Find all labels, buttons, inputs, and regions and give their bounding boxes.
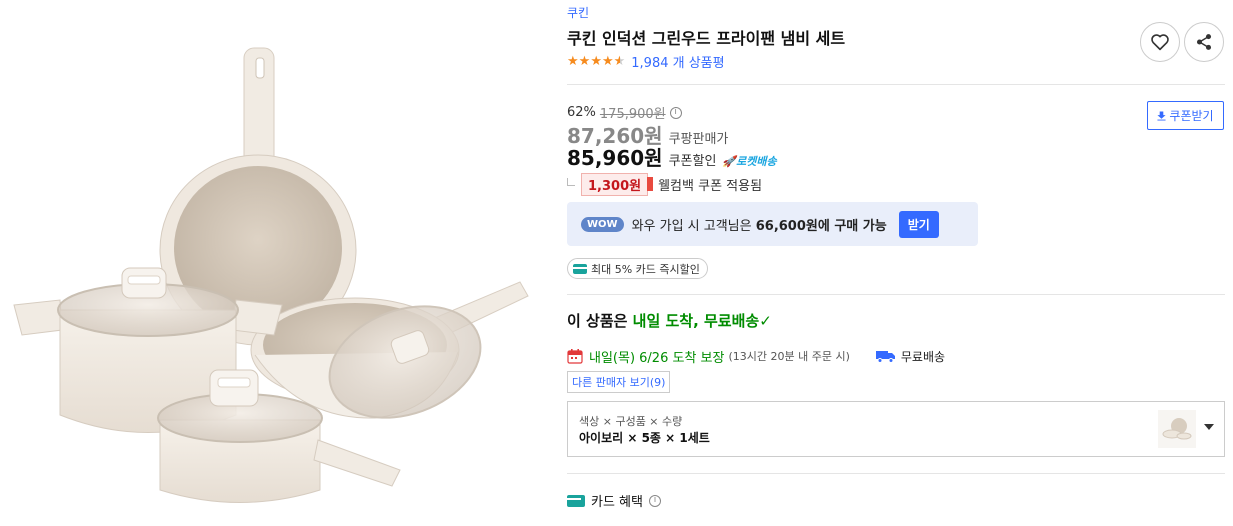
download-icon xyxy=(1157,111,1166,120)
star-icon: ★ xyxy=(567,53,579,69)
star-icon: ★ xyxy=(578,53,591,69)
brand-link[interactable]: 쿠킨 xyxy=(567,4,589,21)
share-button[interactable] xyxy=(1184,22,1224,62)
credit-card-icon xyxy=(567,494,585,507)
info-icon[interactable]: i xyxy=(648,494,661,507)
arrival-row: 내일(목) 6/26 도착 보장 (13시간 20분 내 주문 시) 무료배송 xyxy=(567,346,945,366)
check-icon: ✓ xyxy=(759,312,772,330)
coupon-price-row: 85,960원 쿠폰할인 🚀로켓배송 xyxy=(567,142,777,171)
welcome-coupon-amount: 1,300원 xyxy=(581,172,654,196)
share-icon xyxy=(1196,34,1212,50)
arrival-condition: (13시간 20분 내 주문 시) xyxy=(728,350,850,363)
option-thumbnail xyxy=(1158,410,1196,448)
info-icon[interactable]: i xyxy=(669,106,682,119)
truck-icon xyxy=(875,351,895,363)
card-benefit-row[interactable]: 카드 혜택 i xyxy=(567,491,661,510)
wow-receive-button[interactable]: 받기 xyxy=(898,210,939,238)
rocket-delivery-badge: 🚀로켓배송 xyxy=(722,155,777,168)
delivery-headline: 이 상품은 내일 도착, 무료배송✓ xyxy=(567,312,772,330)
card-benefit-label: 카드 혜택 xyxy=(591,495,643,510)
star-half-icon: ★ xyxy=(613,53,626,69)
free-shipping-label: 무료배송 xyxy=(900,349,946,364)
arrival-date: 내일(목) 6/26 도착 보장 xyxy=(589,350,725,366)
indent-corner xyxy=(567,178,575,186)
credit-card-icon xyxy=(573,263,587,274)
product-title: 쿠킨 인덕션 그린우드 프라이팬 냄비 세트 xyxy=(567,29,846,48)
discount-rate: 62% xyxy=(567,105,596,120)
rocket-icon: 🚀 xyxy=(722,155,737,168)
product-image[interactable] xyxy=(0,0,540,526)
star-rating: ★ ★ ★ ★ ★ xyxy=(567,55,625,68)
option-value: 아이보리 × 5종 × 1세트 xyxy=(579,431,710,445)
coupon-download-button[interactable]: 쿠폰받기 xyxy=(1147,101,1224,130)
coupon-price: 85,960원 xyxy=(567,146,663,170)
coupon-button-label: 쿠폰받기 xyxy=(1169,109,1214,123)
card-discount-pill[interactable]: 최대 5% 카드 즉시할인 xyxy=(567,258,708,279)
product-info: 쿠킨 쿠킨 인덕션 그린우드 프라이팬 냄비 세트 ★ ★ ★ ★ ★ 1,98… xyxy=(567,0,1225,526)
dropdown-caret-icon xyxy=(1204,424,1214,430)
wow-membership-box: WOW 와우 가입 시 고객님은 66,600원에 구매 가능 받기 xyxy=(567,202,978,246)
wow-text: 와우 가입 시 고객님은 66,600원에 구매 가능 xyxy=(631,218,887,234)
heart-icon xyxy=(1151,34,1169,51)
divider xyxy=(567,294,1225,295)
welcome-coupon-text: 웰컴백 쿠폰 적용됨 xyxy=(658,178,763,194)
review-count-link[interactable]: 1,984 개 상품평 xyxy=(631,52,724,71)
card-discount-text: 최대 5% 카드 즉시할인 xyxy=(591,262,700,276)
divider xyxy=(567,84,1225,85)
option-label: 색상 × 구성품 × 수량 xyxy=(579,415,683,428)
welcome-coupon-row: 1,300원 웰컴백 쿠폰 적용됨 xyxy=(567,172,763,196)
other-sellers-button[interactable]: 다른 판매자 보기(9) xyxy=(567,371,671,393)
star-icon: ★ xyxy=(601,53,614,69)
calendar-icon xyxy=(567,349,583,364)
wow-badge: WOW xyxy=(581,216,624,232)
favorite-button[interactable] xyxy=(1140,22,1180,62)
divider xyxy=(567,473,1225,474)
star-icon: ★ xyxy=(590,53,602,69)
coupon-price-label: 쿠폰할인 xyxy=(668,154,717,169)
option-selector[interactable]: 색상 × 구성품 × 수량 아이보리 × 5종 × 1세트 xyxy=(567,401,1225,457)
rating-row[interactable]: ★ ★ ★ ★ ★ 1,984 개 상품평 xyxy=(567,52,725,71)
